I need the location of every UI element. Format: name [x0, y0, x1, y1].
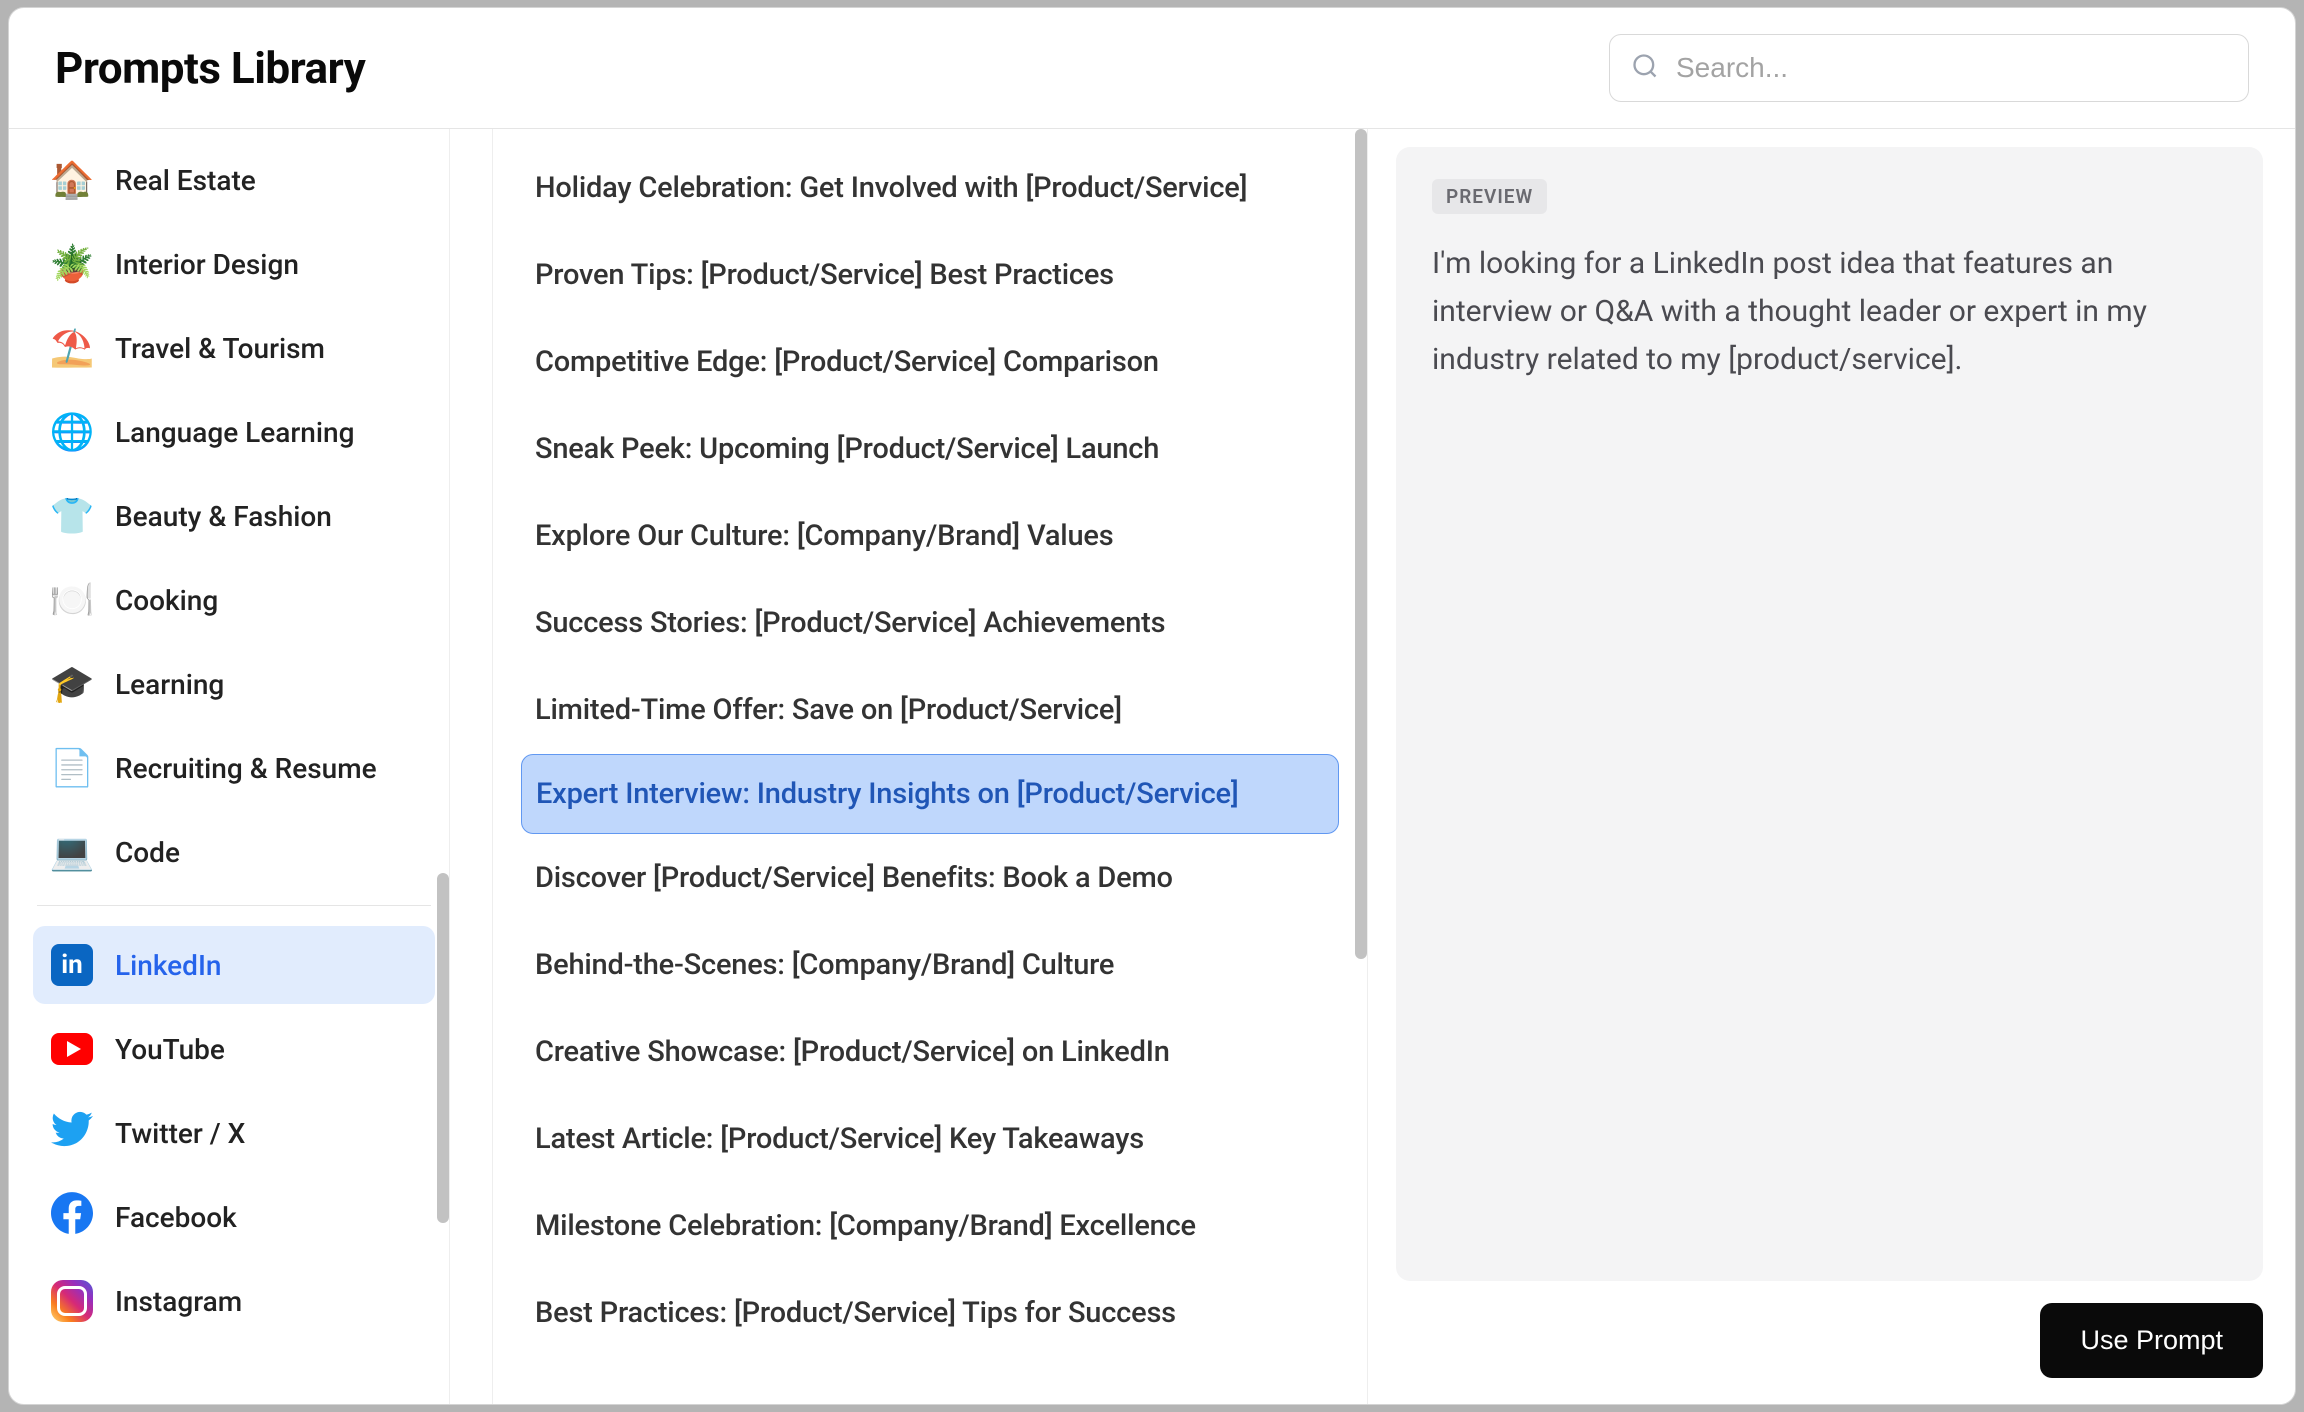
twitter-icon: [51, 1112, 93, 1154]
sidebar-item-cooking[interactable]: 🍽️ Cooking: [33, 561, 435, 639]
prompt-item[interactable]: Best Practices: [Product/Service] Tips f…: [521, 1270, 1339, 1356]
search-wrapper: [1609, 34, 2249, 102]
use-prompt-button[interactable]: Use Prompt: [2040, 1303, 2263, 1378]
sidebar-item-instagram[interactable]: Instagram: [33, 1262, 435, 1340]
prompt-item[interactable]: Creative Showcase: [Product/Service] on …: [521, 1009, 1339, 1095]
sidebar-item-language-learning[interactable]: 🌐 Language Learning: [33, 393, 435, 471]
prompt-item[interactable]: Competitive Edge: [Product/Service] Comp…: [521, 319, 1339, 405]
sidebar-item-label: Facebook: [115, 1201, 237, 1234]
prompt-item[interactable]: Milestone Celebration: [Company/Brand] E…: [521, 1183, 1339, 1269]
sidebar-item-facebook[interactable]: Facebook: [33, 1178, 435, 1256]
travel-tourism-icon: ⛱️: [51, 327, 93, 369]
prompt-item[interactable]: Expert Interview: Industry Insights on […: [521, 754, 1339, 834]
cooking-icon: 🍽️: [51, 579, 93, 621]
prompts-scrollbar[interactable]: [1355, 129, 1367, 959]
sidebar-item-label: LinkedIn: [115, 949, 221, 982]
youtube-icon: [51, 1028, 93, 1070]
preview-panel: PREVIEW I'm looking for a LinkedIn post …: [1382, 129, 2295, 1404]
sidebar-item-label: Real Estate: [115, 164, 256, 197]
page-title: Prompts Library: [55, 42, 365, 94]
prompt-item[interactable]: Proven Tips: [Product/Service] Best Prac…: [521, 232, 1339, 318]
prompt-item[interactable]: Sneak Peek: Upcoming [Product/Service] L…: [521, 406, 1339, 492]
sidebar-item-label: Interior Design: [115, 248, 299, 281]
preview-badge: PREVIEW: [1432, 179, 1547, 214]
prompt-item[interactable]: Limited-Time Offer: Save on [Product/Ser…: [521, 667, 1339, 753]
preview-box: PREVIEW I'm looking for a LinkedIn post …: [1396, 147, 2263, 1281]
search-input[interactable]: [1609, 34, 2249, 102]
sidebar-item-label: Travel & Tourism: [115, 332, 325, 365]
real-estate-icon: 🏠: [51, 159, 93, 201]
sidebar-item-recruiting-resume[interactable]: 📄 Recruiting & Resume: [33, 729, 435, 807]
sidebar-item-label: Language Learning: [115, 416, 354, 449]
prompts-list: Holiday Celebration: Get Involved with […: [492, 129, 1368, 1404]
sidebar-item-label: Beauty & Fashion: [115, 500, 332, 533]
sidebar-item-linkedin[interactable]: in LinkedIn: [33, 926, 435, 1004]
sidebar-item-real-estate[interactable]: 🏠 Real Estate: [33, 141, 435, 219]
prompt-item[interactable]: Holiday Celebration: Get Involved with […: [521, 157, 1339, 231]
sidebar-item-interior-design[interactable]: 🪴 Interior Design: [33, 225, 435, 303]
body: 🏠 Real Estate 🪴 Interior Design ⛱️ Travel & T…: [9, 129, 2295, 1404]
header: Prompts Library: [9, 8, 2295, 129]
sidebar-item-label: Code: [115, 836, 180, 869]
prompts-library-window: Prompts Library 🏠 Real Estate 🪴 Interior De…: [8, 7, 2296, 1405]
sidebar-item-travel-tourism[interactable]: ⛱️ Travel & Tourism: [33, 309, 435, 387]
search-icon: [1631, 52, 1659, 84]
preview-text: I'm looking for a LinkedIn post idea tha…: [1432, 240, 2227, 384]
sidebar-scrollbar[interactable]: [437, 873, 449, 1223]
beauty-fashion-icon: 👕: [51, 495, 93, 537]
code-icon: 💻: [51, 831, 93, 873]
prompt-item[interactable]: Explore Our Culture: [Company/Brand] Val…: [521, 493, 1339, 579]
sidebar-divider: [37, 905, 431, 906]
sidebar: 🏠 Real Estate 🪴 Interior Design ⛱️ Travel & T…: [9, 129, 450, 1404]
facebook-icon: [51, 1196, 93, 1238]
sidebar-item-youtube[interactable]: YouTube: [33, 1010, 435, 1088]
prompt-item[interactable]: Discover [Product/Service] Benefits: Boo…: [521, 835, 1339, 921]
sidebar-item-learning[interactable]: 🎓 Learning: [33, 645, 435, 723]
instagram-icon: [51, 1280, 93, 1322]
sidebar-item-label: Recruiting & Resume: [115, 752, 377, 785]
linkedin-icon: in: [51, 944, 93, 986]
prompts-list-panel: Holiday Celebration: Get Involved with […: [450, 129, 1382, 1404]
sidebar-item-label: Instagram: [115, 1285, 242, 1318]
sidebar-item-label: Twitter / X: [115, 1117, 245, 1150]
recruiting-resume-icon: 📄: [51, 747, 93, 789]
sidebar-item-beauty-fashion[interactable]: 👕 Beauty & Fashion: [33, 477, 435, 555]
prompt-item[interactable]: Behind-the-Scenes: [Company/Brand] Cultu…: [521, 922, 1339, 1008]
sidebar-item-twitter-x[interactable]: Twitter / X: [33, 1094, 435, 1172]
sidebar-item-label: Cooking: [115, 584, 218, 617]
sidebar-item-label: YouTube: [115, 1033, 225, 1066]
prompt-item[interactable]: Latest Article: [Product/Service] Key Ta…: [521, 1096, 1339, 1182]
learning-icon: 🎓: [51, 663, 93, 705]
sidebar-item-label: Learning: [115, 668, 224, 701]
language-learning-icon: 🌐: [51, 411, 93, 453]
prompt-item[interactable]: Success Stories: [Product/Service] Achie…: [521, 580, 1339, 666]
sidebar-item-code[interactable]: 💻 Code: [33, 813, 435, 891]
interior-design-icon: 🪴: [51, 243, 93, 285]
